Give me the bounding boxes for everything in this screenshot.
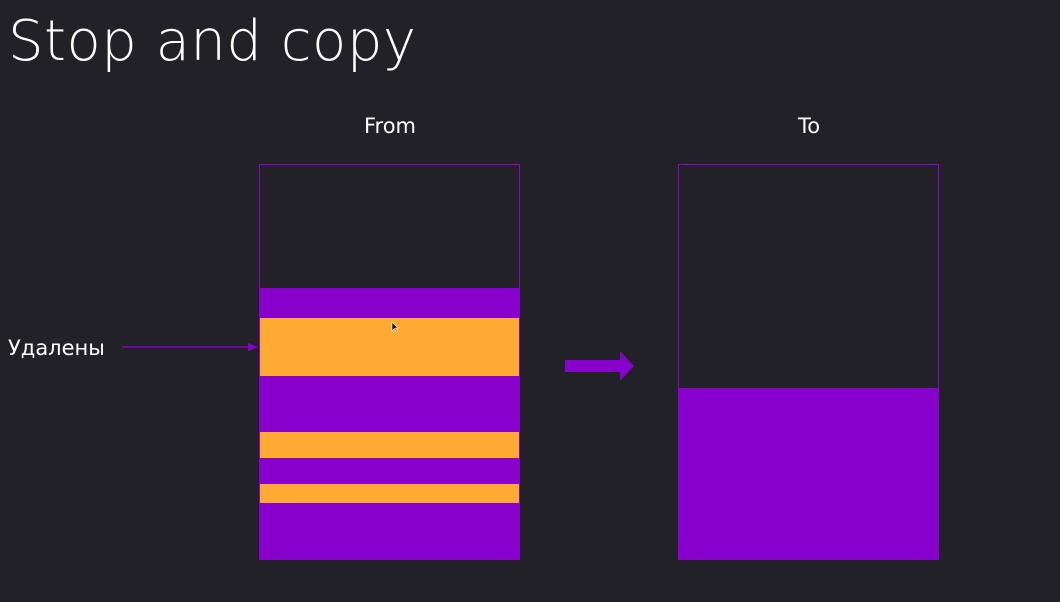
deleted-pointer-arrow: [122, 343, 258, 351]
copy-arrow-icon: [565, 351, 634, 381]
mouse-cursor-icon: [391, 321, 399, 333]
arrows-layer: [122, 321, 634, 381]
